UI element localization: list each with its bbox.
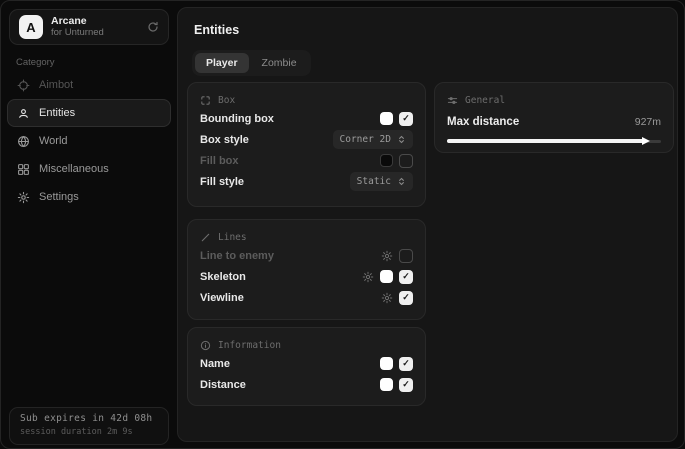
color-swatch[interactable] — [380, 378, 393, 391]
session-duration-text: session duration 2m 9s — [20, 427, 158, 437]
main-panel: Entities Player Zombie Box Bounding box … — [177, 7, 678, 442]
sidebar-item-aimbot[interactable]: Aimbot — [7, 71, 171, 99]
line-to-enemy-checkbox[interactable] — [399, 249, 413, 263]
row-label: Fill style — [200, 176, 244, 188]
dropdown-value: Corner 2D — [340, 134, 391, 145]
row-label: Distance — [200, 379, 246, 391]
color-swatch[interactable] — [380, 270, 393, 283]
category-label: Category — [16, 57, 55, 68]
gear-icon — [17, 191, 30, 204]
information-section: Information Name ✓ Distance ✓ — [187, 327, 426, 406]
section-title: Information — [218, 340, 281, 351]
row-settings-gear-icon[interactable] — [381, 250, 393, 262]
sidebar-item-label: Settings — [39, 191, 79, 203]
app-subtitle: for Unturned — [51, 28, 139, 38]
sidebar-item-label: World — [39, 135, 68, 147]
row-settings-gear-icon[interactable] — [381, 292, 393, 304]
row-label: Line to enemy — [200, 250, 274, 262]
dropdown-value: Static — [357, 176, 391, 187]
grid-icon — [17, 163, 30, 176]
info-icon — [200, 340, 211, 351]
row-label: Box style — [200, 134, 249, 146]
section-title: Box — [218, 95, 235, 106]
crosshair-icon — [17, 79, 30, 92]
row-settings-gear-icon[interactable] — [362, 271, 374, 283]
color-swatch[interactable] — [380, 357, 393, 370]
row-label: Fill box — [200, 155, 239, 167]
sync-icon[interactable] — [147, 21, 159, 33]
row-label: Skeleton — [200, 271, 246, 283]
sidebar-item-settings[interactable]: Settings — [7, 183, 171, 211]
fill-style-dropdown[interactable]: Static — [350, 172, 413, 191]
slider-value: 927m — [635, 116, 661, 128]
globe-icon — [17, 135, 30, 148]
slider-fill — [447, 139, 644, 143]
sidebar-item-entities[interactable]: Entities — [7, 99, 171, 127]
chevrons-up-down-icon — [397, 177, 406, 186]
subscription-card: Sub expires in 42d 08h session duration … — [9, 407, 169, 445]
fill-box-checkbox[interactable] — [399, 154, 413, 168]
box-icon — [200, 95, 211, 106]
row-label: Viewline — [200, 292, 244, 304]
app-name: Arcane — [51, 16, 139, 28]
sidebar-item-miscellaneous[interactable]: Miscellaneous — [7, 155, 171, 183]
row-label: Name — [200, 358, 230, 370]
page-title: Entities — [194, 23, 239, 37]
entities-icon — [17, 107, 30, 120]
row-label: Bounding box — [200, 113, 274, 125]
app-logo-card: A Arcane for Unturned — [9, 9, 169, 45]
section-title: General — [465, 95, 505, 106]
max-distance-slider[interactable] — [447, 137, 661, 145]
slider-thumb[interactable] — [642, 137, 650, 145]
name-checkbox[interactable]: ✓ — [399, 357, 413, 371]
sidebar-item-world[interactable]: World — [7, 127, 171, 155]
general-section: General Max distance 927m — [434, 82, 674, 153]
chevrons-up-down-icon — [397, 135, 406, 144]
sliders-icon — [447, 95, 458, 106]
skeleton-checkbox[interactable]: ✓ — [399, 270, 413, 284]
distance-checkbox[interactable]: ✓ — [399, 378, 413, 392]
tab-zombie[interactable]: Zombie — [251, 53, 308, 73]
bounding-box-checkbox[interactable]: ✓ — [399, 112, 413, 126]
box-section: Box Bounding box ✓ Box style Corner 2D — [187, 82, 426, 207]
color-swatch[interactable] — [380, 154, 393, 167]
sidebar-item-label: Miscellaneous — [39, 163, 109, 175]
color-swatch[interactable] — [380, 112, 393, 125]
app-logo: A — [19, 15, 43, 39]
section-title: Lines — [218, 232, 247, 243]
sidebar-item-label: Entities — [39, 107, 75, 119]
tab-player[interactable]: Player — [195, 53, 249, 73]
viewline-checkbox[interactable]: ✓ — [399, 291, 413, 305]
slider-label: Max distance — [447, 116, 519, 128]
sidebar-item-label: Aimbot — [39, 79, 73, 91]
sidebar-nav: Aimbot Entities World Miscellaneous — [7, 71, 171, 211]
entity-tabs: Player Zombie — [192, 50, 311, 76]
line-icon — [200, 232, 211, 243]
box-style-dropdown[interactable]: Corner 2D — [333, 130, 413, 149]
app-window: A Arcane for Unturned Category Aimbot — [0, 0, 685, 449]
lines-section: Lines Line to enemy Skeleton — [187, 219, 426, 320]
sidebar: A Arcane for Unturned Category Aimbot — [1, 1, 177, 448]
sub-expires-text: Sub expires in 42d 08h — [20, 413, 158, 424]
